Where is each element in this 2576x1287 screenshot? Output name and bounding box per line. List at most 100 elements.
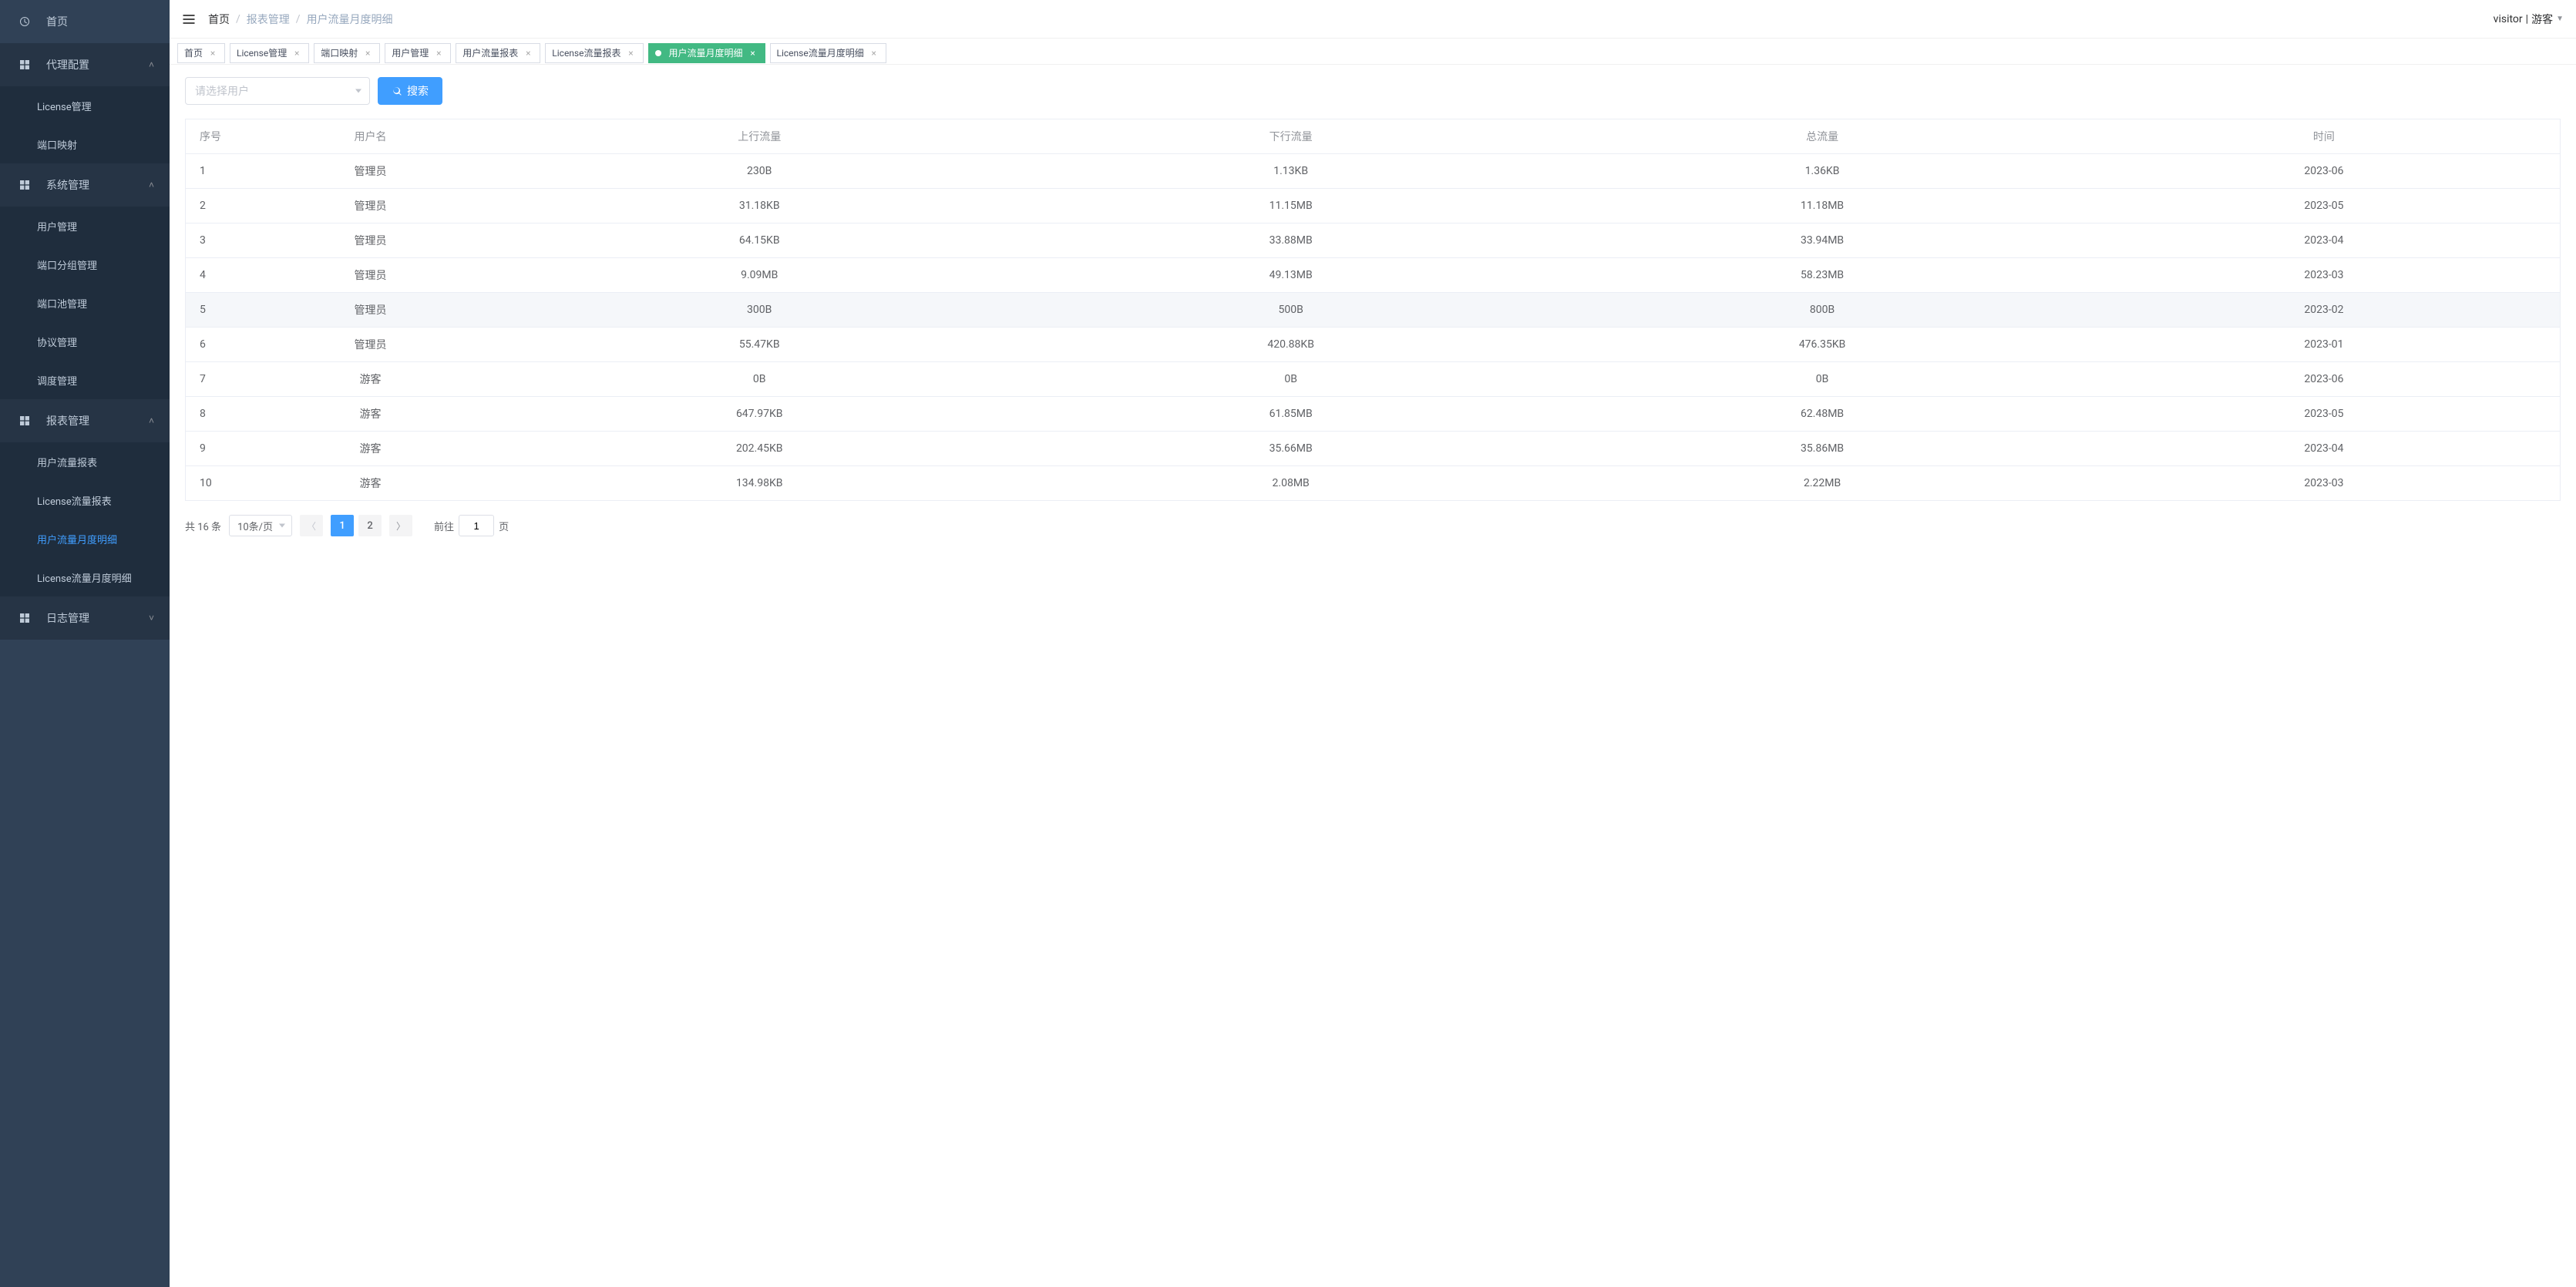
hamburger-button[interactable]: [170, 0, 208, 39]
user-select[interactable]: 请选择用户: [185, 77, 370, 105]
tabs-bar: 首页×License管理×端口映射×用户管理×用户流量报表×License流量报…: [170, 39, 2576, 65]
table-cell: 2023-03: [2088, 258, 2561, 293]
table-cell: 55.47KB: [494, 328, 1025, 362]
sidebar-item-label: License管理: [37, 99, 92, 113]
sidebar-item[interactable]: 用户流量报表: [0, 442, 170, 481]
sidebar-item-label: 协议管理: [37, 334, 77, 349]
table-cell: 230B: [494, 154, 1025, 189]
close-icon[interactable]: ×: [869, 48, 879, 59]
sidebar-item-label: 用户流量月度明细: [37, 532, 117, 546]
table-cell: 2023-04: [2088, 432, 2561, 466]
table-cell: 476.35KB: [1556, 328, 2087, 362]
close-icon[interactable]: ×: [523, 48, 533, 59]
table-cell: 1.36KB: [1556, 154, 2087, 189]
table-cell: 7: [186, 362, 247, 397]
tab[interactable]: 端口映射 ×: [314, 43, 380, 63]
sidebar-item[interactable]: 用户管理: [0, 207, 170, 245]
table-cell: 2023-04: [2088, 223, 2561, 258]
sidebar-item-home[interactable]: 首页: [0, 0, 170, 43]
breadcrumb-item[interactable]: 报表管理: [247, 12, 290, 27]
sidebar-group-title[interactable]: 系统管理˄: [0, 163, 170, 207]
sidebar-group-title[interactable]: 报表管理˄: [0, 399, 170, 442]
sidebar-item[interactable]: 端口池管理: [0, 284, 170, 322]
grid-icon: [15, 176, 34, 194]
breadcrumb-item[interactable]: 首页: [208, 12, 230, 27]
table-row: 8游客647.97KB61.85MB62.48MB2023-05: [186, 397, 2561, 432]
breadcrumb-sep: /: [236, 13, 240, 25]
close-icon[interactable]: ×: [362, 48, 373, 59]
page-size-select[interactable]: 10条/页: [229, 515, 292, 536]
table-row: 6管理员55.47KB420.88KB476.35KB2023-01: [186, 328, 2561, 362]
sidebar: 首页 代理配置 ˄ License管理端口映射系统管理˄用户管理端口分组管理端口池管…: [0, 0, 170, 1287]
table-cell: 2023-01: [2088, 328, 2561, 362]
tab-label: License流量报表: [552, 46, 620, 59]
table-cell: 500B: [1025, 293, 1556, 328]
sidebar-item[interactable]: 用户流量月度明细: [0, 519, 170, 558]
table-row: 2管理员31.18KB11.15MB11.18MB2023-05: [186, 189, 2561, 223]
tab[interactable]: 首页 ×: [177, 43, 225, 63]
table-cell: 游客: [247, 432, 494, 466]
page-number[interactable]: 1: [331, 515, 354, 536]
page-size-label: 10条/页: [237, 519, 273, 533]
table-cell: 134.98KB: [494, 466, 1025, 501]
table-cell: 35.86MB: [1556, 432, 2087, 466]
sidebar-item[interactable]: License流量月度明细: [0, 558, 170, 596]
goto-page: 前往 页: [434, 515, 509, 536]
table-cell: 300B: [494, 293, 1025, 328]
tab[interactable]: License流量月度明细×: [770, 43, 886, 63]
table-cell: 游客: [247, 362, 494, 397]
sidebar-group-label: 报表管理: [46, 413, 89, 428]
page-number[interactable]: 2: [358, 515, 382, 536]
sidebar-item[interactable]: 调度管理: [0, 361, 170, 399]
table-cell: 游客: [247, 466, 494, 501]
breadcrumb: 首页 / 报表管理 / 用户流量月度明细: [208, 12, 393, 27]
table-cell: 33.88MB: [1025, 223, 1556, 258]
table-cell: 9.09MB: [494, 258, 1025, 293]
tab-label: 首页: [184, 46, 203, 59]
prev-page-button[interactable]: 〈: [300, 515, 323, 536]
sidebar-item[interactable]: License流量报表: [0, 481, 170, 519]
table-cell: 8: [186, 397, 247, 432]
tab[interactable]: 用户流量月度明细×: [648, 43, 765, 63]
table-cell: 2023-05: [2088, 397, 2561, 432]
table-row: 5管理员300B500B800B2023-02: [186, 293, 2561, 328]
sidebar-group-title[interactable]: 日志管理˅: [0, 596, 170, 640]
tab-label: 端口映射: [321, 46, 358, 59]
caret-down-icon: ▼: [2556, 15, 2564, 23]
chevron-up-icon: ˄: [149, 59, 154, 70]
sidebar-item[interactable]: 端口映射: [0, 125, 170, 163]
table-cell: 管理员: [247, 154, 494, 189]
close-icon[interactable]: ×: [207, 48, 218, 59]
close-icon[interactable]: ×: [626, 48, 637, 59]
table-cell: 2023-03: [2088, 466, 2561, 501]
close-icon[interactable]: ×: [433, 48, 444, 59]
sidebar-item[interactable]: 端口分组管理: [0, 245, 170, 284]
sidebar-item[interactable]: License管理: [0, 86, 170, 125]
main: 首页 / 报表管理 / 用户流量月度明细 visitor | 游客 ▼ 首页×L…: [170, 0, 2576, 1287]
search-button[interactable]: 搜索: [378, 77, 442, 105]
table-cell: 420.88KB: [1025, 328, 1556, 362]
sidebar-item[interactable]: 协议管理: [0, 322, 170, 361]
table-cell: 64.15KB: [494, 223, 1025, 258]
search-row: 请选择用户 搜索: [185, 77, 2561, 105]
sidebar-group-title[interactable]: 代理配置 ˄: [0, 43, 170, 86]
sidebar-group-label: 代理配置: [46, 57, 89, 72]
close-icon[interactable]: ×: [748, 48, 758, 59]
goto-input[interactable]: [459, 515, 494, 536]
tab[interactable]: 用户流量报表×: [456, 43, 540, 63]
tab[interactable]: License流量报表 ×: [545, 43, 643, 63]
data-table: 序号用户名上行流量下行流量总流量时间 1管理员230B1.13KB1.36KB2…: [185, 119, 2561, 501]
tab[interactable]: License管理×: [230, 43, 309, 63]
next-page-button[interactable]: 〉: [389, 515, 412, 536]
close-icon[interactable]: ×: [291, 48, 302, 59]
tab[interactable]: 用户管理×: [385, 43, 451, 63]
goto-prefix: 前往: [434, 519, 454, 533]
topbar: 首页 / 报表管理 / 用户流量月度明细 visitor | 游客 ▼: [170, 0, 2576, 39]
table-cell: 管理员: [247, 189, 494, 223]
table-cell: 49.13MB: [1025, 258, 1556, 293]
sidebar-item-label: License流量月度明细: [37, 570, 132, 585]
table-header: 用户名: [247, 119, 494, 154]
sidebar-item-label: 端口池管理: [37, 296, 87, 311]
user-dropdown[interactable]: visitor | 游客 ▼: [2494, 12, 2564, 27]
table-header: 下行流量: [1025, 119, 1556, 154]
